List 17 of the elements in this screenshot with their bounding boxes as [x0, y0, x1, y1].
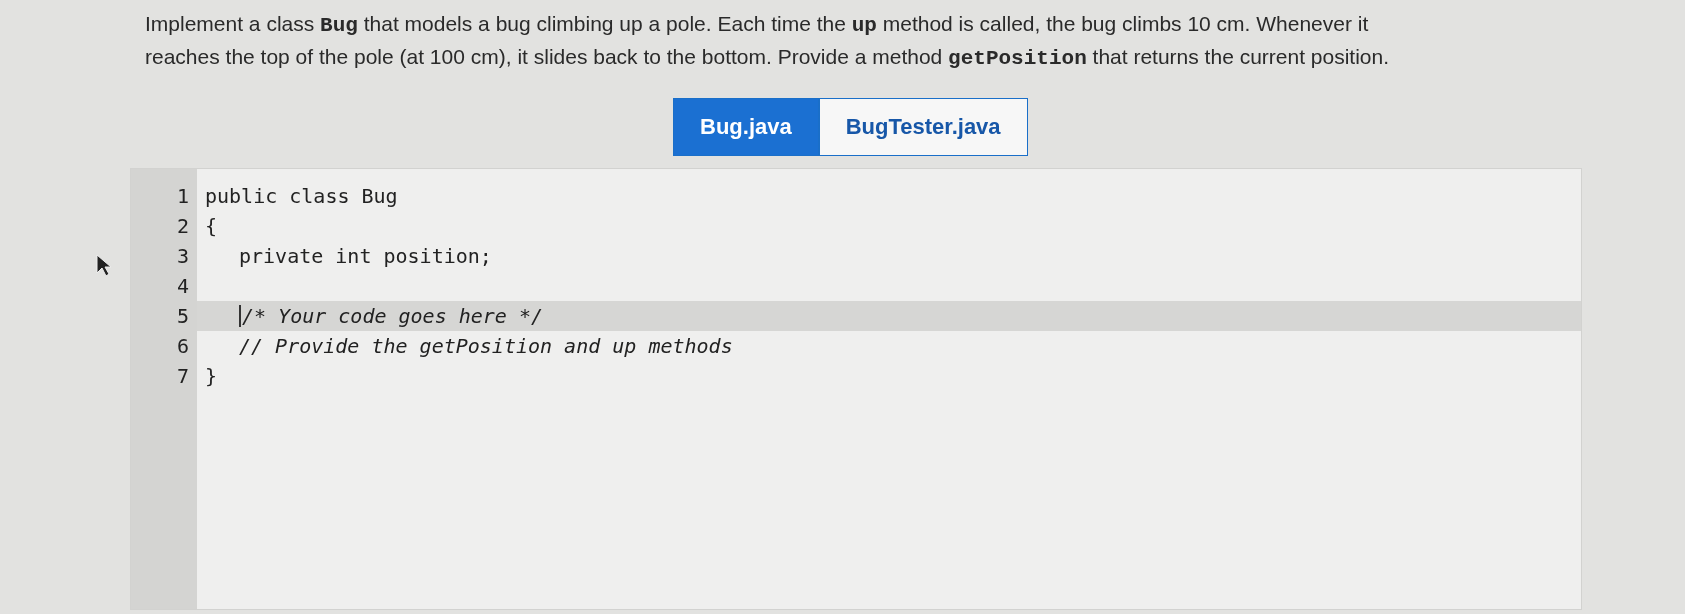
file-tab[interactable]: BugTester.java: [818, 98, 1028, 156]
code-text: public class Bug: [205, 183, 398, 210]
line-number: 3: [176, 244, 189, 268]
line-number: 5: [176, 304, 189, 328]
mouse-pointer-icon: [95, 253, 113, 277]
line-number: 1: [176, 184, 189, 208]
code-text: private int position;: [238, 243, 492, 270]
file-tab[interactable]: Bug.java: [673, 98, 819, 156]
line-number: 7: [176, 364, 189, 388]
code-text: {: [205, 213, 218, 240]
code-comment: // Provide the getPosition and up methods: [238, 333, 733, 360]
line-number: 6: [176, 334, 189, 358]
code-editor[interactable]: 1 2 3 4 5 6 7 public class Bug { private int position; /* Your code goes here */ // Provide the getPosition and up methods }: [130, 168, 1582, 610]
task-description: Implement a class Bug that models a bug climbing up a pole. Each time the up method is called, the bug climbs 10 cm. Whenever it reaches the top of the pole (at 100 cm), it slides back to the bottom. Provide a method getPosition that returns the current position.: [145, 11, 1391, 72]
line-number: 2: [176, 214, 189, 238]
line-number: 4: [176, 274, 189, 298]
code-text: }: [205, 363, 218, 390]
